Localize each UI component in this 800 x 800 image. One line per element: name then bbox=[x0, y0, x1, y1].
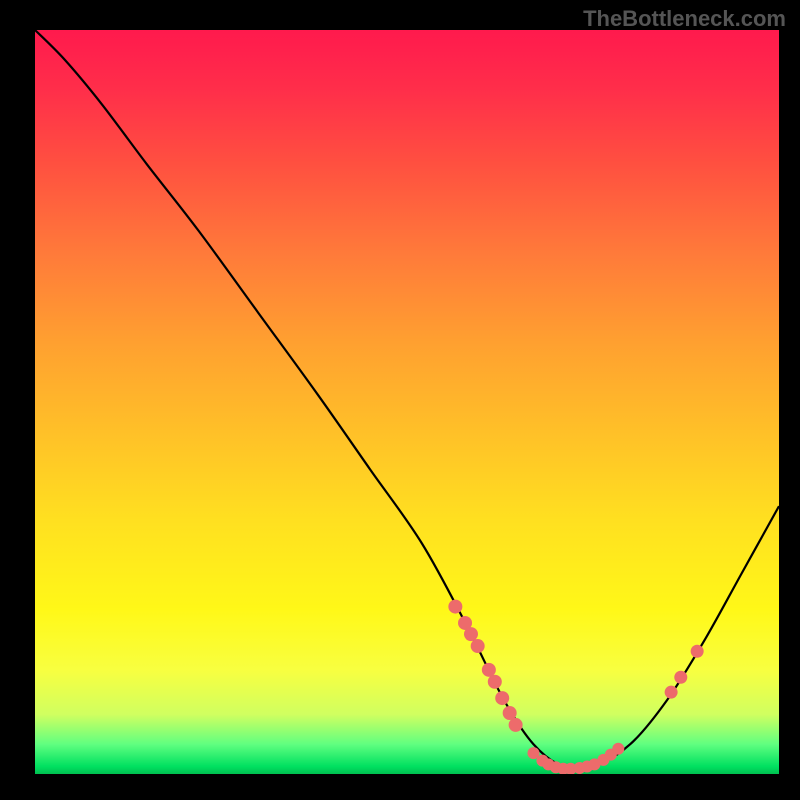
data-point bbox=[509, 718, 523, 732]
data-point bbox=[503, 706, 517, 720]
watermark-text: TheBottleneck.com bbox=[583, 6, 786, 32]
data-point bbox=[488, 675, 502, 689]
chart-svg bbox=[35, 30, 779, 774]
data-point bbox=[691, 645, 704, 658]
data-point bbox=[448, 600, 462, 614]
chart-plot-area bbox=[35, 30, 779, 774]
data-point bbox=[482, 663, 496, 677]
data-point bbox=[612, 743, 624, 755]
data-point bbox=[471, 639, 485, 653]
data-point bbox=[495, 691, 509, 705]
data-markers bbox=[448, 600, 703, 774]
data-point bbox=[665, 686, 678, 699]
bottleneck-curve bbox=[35, 30, 779, 769]
data-point bbox=[464, 627, 478, 641]
data-point bbox=[674, 671, 687, 684]
